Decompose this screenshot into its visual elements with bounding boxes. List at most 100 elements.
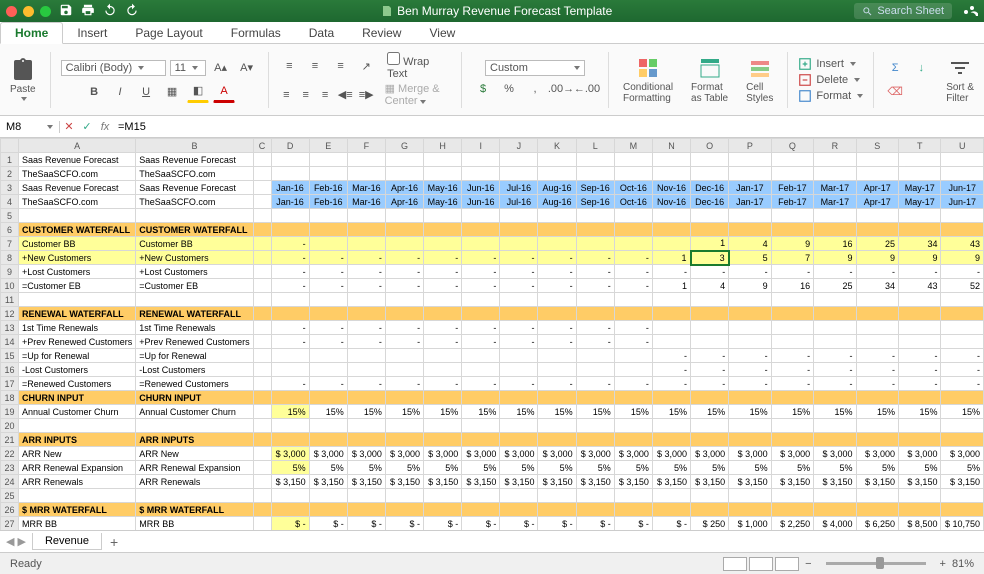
cell[interactable] — [614, 167, 652, 181]
cell[interactable]: - — [385, 265, 423, 279]
cell[interactable] — [500, 307, 538, 321]
cell[interactable]: $ 4,000 — [814, 517, 856, 531]
cell[interactable] — [309, 349, 347, 363]
cell[interactable] — [538, 237, 576, 251]
cell[interactable] — [614, 209, 652, 223]
cell[interactable] — [856, 489, 898, 503]
cell[interactable]: May-17 — [899, 181, 941, 195]
cell[interactable]: -Lost Customers — [18, 363, 135, 377]
cell[interactable]: $ 3,000 — [814, 447, 856, 461]
zoom-out-button[interactable]: − — [805, 558, 811, 570]
cell[interactable]: 5% — [614, 461, 652, 475]
cell[interactable]: 15% — [614, 405, 652, 419]
cell[interactable] — [814, 433, 856, 447]
cell[interactable] — [347, 503, 385, 517]
cell[interactable]: 9 — [814, 251, 856, 265]
cell[interactable] — [385, 419, 423, 433]
cell[interactable]: CHURN INPUT — [18, 391, 135, 405]
cell[interactable]: =Customer EB — [18, 279, 135, 293]
cell[interactable]: - — [309, 335, 347, 349]
cell[interactable] — [941, 293, 984, 307]
col-header[interactable]: A — [18, 139, 135, 153]
cell[interactable] — [385, 433, 423, 447]
cell[interactable] — [424, 503, 462, 517]
name-box[interactable]: M8 — [0, 121, 60, 133]
cell[interactable] — [856, 293, 898, 307]
col-header[interactable]: P — [729, 139, 771, 153]
col-header[interactable]: R — [814, 139, 856, 153]
cell[interactable]: 9 — [899, 251, 941, 265]
align-bottom-icon[interactable]: ≡ — [330, 55, 352, 77]
zoom-in-button[interactable]: + — [940, 558, 946, 570]
cell[interactable] — [771, 503, 813, 517]
cell[interactable]: $ 3,000 — [771, 447, 813, 461]
cell[interactable] — [652, 419, 690, 433]
cell[interactable]: - — [309, 251, 347, 265]
cell[interactable]: 1 — [691, 237, 729, 251]
row-header[interactable]: 6 — [1, 223, 19, 237]
cell[interactable] — [691, 335, 729, 349]
cell[interactable] — [576, 503, 614, 517]
cell[interactable]: Jun-17 — [941, 195, 984, 209]
cell[interactable] — [385, 307, 423, 321]
cell[interactable]: - — [856, 265, 898, 279]
cell[interactable]: - — [614, 335, 652, 349]
cell[interactable] — [385, 167, 423, 181]
cell[interactable] — [941, 223, 984, 237]
save-icon[interactable] — [59, 3, 73, 20]
cell[interactable] — [729, 167, 771, 181]
cell[interactable] — [253, 503, 271, 517]
cell[interactable]: - — [347, 279, 385, 293]
col-header[interactable]: K — [538, 139, 576, 153]
cell[interactable]: $ 3,150 — [899, 475, 941, 489]
cell[interactable]: $ 3,150 — [538, 475, 576, 489]
cell[interactable] — [271, 433, 309, 447]
cell[interactable] — [385, 209, 423, 223]
cell[interactable] — [309, 419, 347, 433]
cell[interactable] — [941, 307, 984, 321]
cell[interactable] — [271, 363, 309, 377]
cell[interactable]: - — [941, 349, 984, 363]
cell[interactable] — [253, 195, 271, 209]
cell[interactable] — [424, 293, 462, 307]
cell[interactable]: $ 3,000 — [538, 447, 576, 461]
cell[interactable] — [462, 237, 500, 251]
cell[interactable] — [538, 363, 576, 377]
cell[interactable]: - — [691, 377, 729, 391]
cell[interactable]: ARR Renewals — [136, 475, 253, 489]
cell[interactable]: -Lost Customers — [136, 363, 253, 377]
cell[interactable]: +Lost Customers — [18, 265, 135, 279]
col-header[interactable]: I — [462, 139, 500, 153]
cell[interactable] — [253, 209, 271, 223]
cell[interactable]: Mar-16 — [347, 181, 385, 195]
cell[interactable]: ARR INPUTS — [18, 433, 135, 447]
cell[interactable] — [271, 293, 309, 307]
cell[interactable] — [309, 209, 347, 223]
tab-review[interactable]: Review — [348, 23, 415, 43]
cell[interactable] — [347, 363, 385, 377]
cell[interactable] — [652, 209, 690, 223]
cell[interactable] — [729, 209, 771, 223]
cell[interactable] — [691, 321, 729, 335]
cell[interactable] — [729, 307, 771, 321]
cell[interactable]: - — [771, 363, 813, 377]
cell[interactable] — [814, 153, 856, 167]
cell[interactable] — [271, 419, 309, 433]
cell[interactable]: ARR Renewal Expansion — [136, 461, 253, 475]
cell[interactable]: Jul-16 — [500, 181, 538, 195]
col-header[interactable]: S — [856, 139, 898, 153]
cell[interactable]: $ 3,000 — [462, 447, 500, 461]
cell[interactable] — [500, 349, 538, 363]
cell[interactable] — [856, 419, 898, 433]
cell[interactable]: 5% — [424, 461, 462, 475]
cell[interactable] — [729, 503, 771, 517]
row-header[interactable]: 13 — [1, 321, 19, 335]
cell[interactable] — [576, 237, 614, 251]
cell[interactable] — [538, 307, 576, 321]
cell[interactable] — [729, 153, 771, 167]
cell[interactable]: 43 — [899, 279, 941, 293]
row-header[interactable]: 4 — [1, 195, 19, 209]
cell[interactable]: $ 3,000 — [614, 447, 652, 461]
cell[interactable] — [500, 503, 538, 517]
cell[interactable]: RENEWAL WATERFALL — [18, 307, 135, 321]
